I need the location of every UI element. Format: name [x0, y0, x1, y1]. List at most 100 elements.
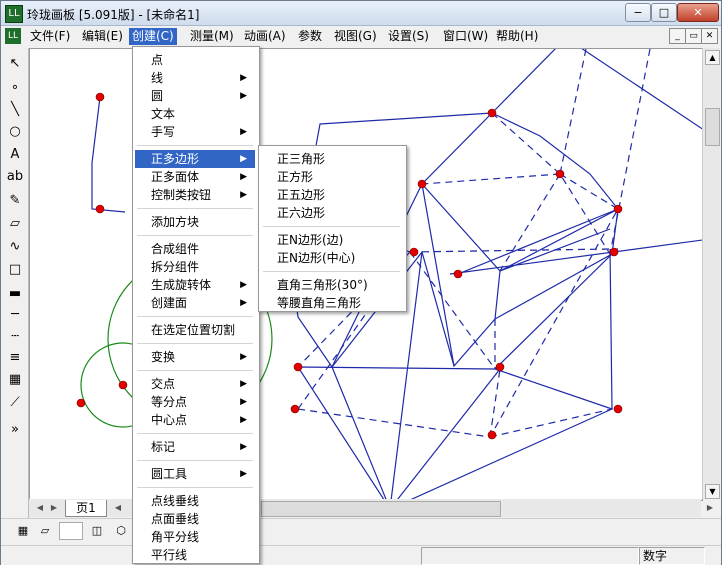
color-palette-icon[interactable]: ▦	[4, 370, 26, 390]
menu-item[interactable]: 合成组件	[135, 240, 255, 258]
menu-item-8[interactable]: 窗口(W)	[440, 28, 491, 45]
scroll-down-icon[interactable]: ▼	[705, 484, 720, 499]
menu-separator	[137, 208, 253, 209]
mdi-restore-button[interactable]: ▭	[685, 28, 702, 44]
menu-item[interactable]: 点	[135, 51, 255, 69]
menu-separator	[137, 460, 253, 461]
menu-item-label: 圆	[151, 89, 164, 103]
circle-icon[interactable]: ○	[4, 122, 26, 142]
menu-item[interactable]: 生成旋转体 ▶	[135, 276, 255, 294]
menu-item-6[interactable]: 视图(G)	[331, 28, 380, 45]
menu-item[interactable]: 标记 ▶	[135, 438, 255, 456]
menu-separator	[137, 145, 253, 146]
text-ab-icon[interactable]: ab	[4, 167, 26, 187]
menu-item-9[interactable]: 帮助(H)	[493, 28, 541, 45]
menu-item-label: 正六边形	[277, 206, 326, 220]
vertical-scrollbar[interactable]: ▲ ▼	[702, 48, 720, 499]
app-logo-icon: LL	[5, 5, 23, 23]
menu-item-label: 正三角形	[277, 152, 326, 166]
menu-item[interactable]: 手写 ▶	[135, 123, 255, 141]
curve-icon[interactable]: ∿	[4, 237, 26, 257]
menu-item[interactable]: 正N边形(中心)	[261, 249, 402, 267]
scroll-up-icon[interactable]: ▲	[705, 50, 720, 65]
menu-item[interactable]: 拆分组件	[135, 258, 255, 276]
scroll-left-icon[interactable]: ◀	[111, 501, 125, 515]
cube-iso-icon[interactable]: ⬡	[111, 522, 131, 540]
scroll-right-icon[interactable]: ▶	[703, 501, 717, 515]
menu-item[interactable]: 圆 ▶	[135, 87, 255, 105]
menu-item[interactable]: 正多面体 ▶	[135, 168, 255, 186]
menu-item-label: 生成旋转体	[151, 278, 212, 292]
menu-item[interactable]: 点线垂线	[135, 492, 255, 510]
menu-item-label: 正多面体	[151, 170, 200, 184]
menu-item[interactable]: 等分点 ▶	[135, 393, 255, 411]
skew-grid-icon[interactable]: ▱	[35, 522, 55, 540]
horizontal-scroll-thumb[interactable]	[261, 501, 501, 517]
menu-item[interactable]: 添加方块	[135, 213, 255, 231]
menu-item[interactable]: 正六边形	[261, 204, 402, 222]
play-forward-icon[interactable]: »	[4, 420, 26, 440]
menu-item-label: 正多边形	[151, 152, 200, 166]
dotted-line-icon[interactable]: ┄	[4, 327, 26, 347]
thin-line-icon[interactable]: ─	[4, 305, 26, 325]
submenu-arrow-icon: ▶	[240, 91, 247, 101]
menu-item[interactable]: 交点 ▶	[135, 375, 255, 393]
menu-item[interactable]: 中心点 ▶	[135, 411, 255, 429]
menu-item[interactable]: 控制类按钮 ▶	[135, 186, 255, 204]
prev-page-icon[interactable]: ◀	[33, 501, 47, 515]
menu-item-7[interactable]: 设置(S)	[385, 28, 432, 45]
title-bar: LL 玲珑画板 [5.091版] - [未命名1] − □ ✕	[1, 1, 721, 26]
menu-item[interactable]: 线 ▶	[135, 69, 255, 87]
thick-line-icon[interactable]: ▬	[4, 284, 26, 304]
blank-icon[interactable]	[59, 522, 83, 540]
menu-item[interactable]: 平行线	[135, 546, 255, 564]
grid-icon[interactable]: ▦	[13, 522, 33, 540]
line-icon[interactable]: ╲	[4, 100, 26, 120]
graph-icon[interactable]: ⟋	[4, 393, 26, 413]
cube-front-icon[interactable]: ◫	[87, 522, 107, 540]
menu-item-1[interactable]: 编辑(E)	[79, 28, 126, 45]
menu-item[interactable]: 点面垂线	[135, 510, 255, 528]
menu-item-label: 合成组件	[151, 242, 200, 256]
arrow-pointer-icon[interactable]: ↖	[4, 54, 26, 74]
vertical-scroll-thumb[interactable]	[705, 108, 720, 146]
line-style-icon[interactable]: ≡	[4, 348, 26, 368]
menu-item[interactable]: 在选定位置切割	[135, 321, 255, 339]
menu-item[interactable]: 文本	[135, 105, 255, 123]
next-page-icon[interactable]: ▶	[47, 501, 61, 515]
rectangle-icon[interactable]: □	[4, 260, 26, 280]
pencil-icon[interactable]: ✎	[4, 191, 26, 211]
eraser-icon[interactable]: ▱	[4, 214, 26, 234]
menu-item-3[interactable]: 测量(M)	[187, 28, 237, 45]
menu-item[interactable]: 变换 ▶	[135, 348, 255, 366]
menu-item-label: 等分点	[151, 395, 188, 409]
menu-item[interactable]: 圆工具 ▶	[135, 465, 255, 483]
create-menu: 点线 ▶ 圆 ▶ 文本 手写 ▶ 正多边形 ▶ 正多面体 ▶ 控制类按钮 ▶ 添加方块 合成组件 拆分组件 生成…	[132, 46, 260, 564]
menu-item-4[interactable]: 动画(A)	[241, 28, 289, 45]
maximize-button[interactable]: □	[651, 3, 677, 22]
menu-item[interactable]: 直角三角形(30°)	[261, 276, 402, 294]
menu-item[interactable]: 正多边形 ▶	[135, 150, 255, 168]
menu-item[interactable]: 正方形	[261, 168, 402, 186]
point-icon[interactable]: ∘	[4, 78, 26, 98]
menu-item-5[interactable]: 参数	[295, 28, 325, 45]
menu-item-2[interactable]: 创建(C)	[129, 28, 177, 45]
menu-item[interactable]: 创建面 ▶	[135, 294, 255, 312]
menu-item[interactable]: 等腰直角三角形	[261, 294, 402, 312]
menu-item[interactable]: 角平分线	[135, 528, 255, 546]
close-button[interactable]: ✕	[677, 3, 719, 22]
menu-item[interactable]: 正N边形(边)	[261, 231, 402, 249]
minimize-button[interactable]: −	[625, 3, 651, 22]
menu-item[interactable]: 正五边形	[261, 186, 402, 204]
mdi-minimize-button[interactable]: _	[669, 28, 686, 44]
menu-item[interactable]: 正三角形	[261, 150, 402, 168]
menu-separator	[137, 433, 253, 434]
menu-item-label: 角平分线	[151, 530, 200, 544]
text-A-icon[interactable]: A	[4, 145, 26, 165]
page-tab-1[interactable]: 页1	[65, 500, 107, 517]
menu-item-0[interactable]: 文件(F)	[27, 28, 73, 45]
document-icon[interactable]: LL	[5, 28, 21, 44]
mdi-close-button[interactable]: ✕	[701, 28, 718, 44]
polygon-submenu: 正三角形正方形 正五边形正六边形正N边形(边) 正N边形(中心) 直角三角形(30°)…	[258, 145, 407, 312]
status-cell-empty	[421, 547, 639, 565]
